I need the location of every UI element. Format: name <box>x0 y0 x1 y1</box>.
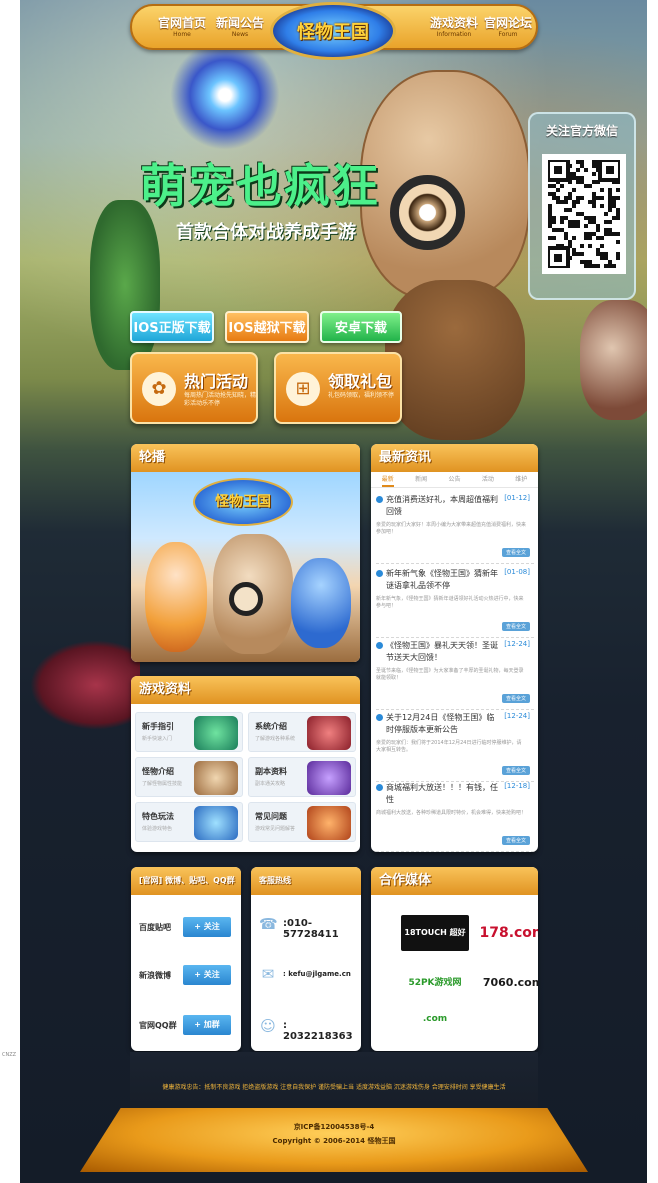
qq-icon: ☺ <box>260 1017 276 1035</box>
wechat-follow-panel: 关注官方微信 <box>528 112 636 300</box>
android-download-button[interactable]: 安卓下载 <box>320 311 402 343</box>
tab-maintenance[interactable]: 维护 <box>515 472 527 487</box>
green-creature-icon <box>194 716 238 750</box>
game-info-features[interactable]: 特色玩法 体验游戏特色 <box>135 802 243 842</box>
game-logo[interactable]: 怪物王国 <box>270 2 396 60</box>
purple-creature-icon <box>307 761 351 795</box>
social-title: [官网] 微博、贴吧、QQ群 <box>131 867 241 895</box>
nav-home[interactable]: 官网首页 Home <box>152 14 212 38</box>
hot-activity-button[interactable]: ✿ 热门活动 每周热门活动抢先知晓，精彩活动乐不停 <box>130 352 258 424</box>
tab-news[interactable]: 新闻 <box>415 472 427 487</box>
news-item[interactable]: 关于12月24日《怪物王国》临时停服版本更新公告 [12-24] 亲爱的玩家们：… <box>376 712 534 782</box>
stats-badge[interactable]: CNZZ <box>0 1052 19 1058</box>
slogan-title: 萌宠也疯狂 <box>140 159 380 213</box>
carousel-banner[interactable]: 怪物王国 <box>131 472 360 662</box>
service-email: ✉ : kefu@jlgame.cn <box>259 963 359 987</box>
service-qq: ☺ : 2032218363 <box>260 1017 353 1042</box>
social-panel: [官网] 微博、贴吧、QQ群 百度贴吧 + 关注 新浪微博 + 关注 官网QQ群… <box>131 867 241 1051</box>
bat-creature-illustration <box>30 640 140 730</box>
tab-activity[interactable]: 活动 <box>482 472 494 487</box>
mascot-body-illustration <box>385 280 525 440</box>
partner-logo-52pk[interactable]: 52PK游戏网 .com <box>401 965 469 1024</box>
customer-service-panel: 客服热线 ☎ :010-57728411 ✉ : kefu@jlgame.cn … <box>251 867 361 1051</box>
wechat-title: 关注官方微信 <box>545 124 618 138</box>
follow-weibo-button[interactable]: + 关注 <box>183 965 231 985</box>
news-item[interactable]: 《怪物王国》暴礼天天领！圣诞节送天大回馈！ [12-24] 圣诞节来临，《怪物王… <box>376 640 534 710</box>
qr-code-icon <box>546 158 622 270</box>
ios-official-download-button[interactable]: IOS正版下载 <box>130 311 214 343</box>
join-qq-group-button[interactable]: + 加群 <box>183 1015 231 1035</box>
ios-jailbreak-download-button[interactable]: IOS越狱下载 <box>225 311 309 343</box>
game-info-system[interactable]: 系统介绍 了解游戏各种系统 <box>248 712 356 752</box>
social-row-weibo: 新浪微博 + 关注 <box>139 965 235 985</box>
news-tabs: 最新 新闻 公告 活动 维护 <box>371 472 538 488</box>
orange-creature-icon <box>307 806 351 840</box>
footer-copyright: Copyright © 2006-2014 怪物王国 <box>272 1137 396 1145</box>
game-info-faq[interactable]: 常见问题 游戏常见问题解答 <box>248 802 356 842</box>
footer-base: 京ICP备12004538号-4 Copyright © 2006-2014 怪… <box>80 1108 588 1172</box>
carousel-title: 轮播 <box>131 444 360 472</box>
mail-icon: ✉ <box>261 965 275 983</box>
news-item[interactable]: 商城福利大放送！！！有钱，任性 [12-18] 商城福利大放送，各种珍稀道具限时… <box>376 782 534 852</box>
nav-news[interactable]: 新闻公告 News <box>210 14 270 38</box>
nav-forum[interactable]: 官网论坛 Forum <box>478 14 538 38</box>
footer-health-notice: 健康游戏忠告：抵制不良游戏 拒绝盗版游戏 注意自我保护 谨防受骗上当 适度游戏益… <box>162 1084 506 1091</box>
social-row-tieba: 百度贴吧 + 关注 <box>139 917 235 937</box>
dragon-illustration <box>170 40 280 150</box>
footer-icp[interactable]: 京ICP备12004538号-4 <box>80 1122 588 1132</box>
blue-character <box>291 558 351 648</box>
social-row-qq: 官网QQ群 + 加群 <box>139 1015 235 1035</box>
nav-information[interactable]: 游戏资料 Information <box>424 14 484 38</box>
carousel-panel: 轮播 怪物王国 <box>131 444 360 662</box>
gift-pack-button[interactable]: ⊞ 领取礼包 礼包码领取，福利领不停 <box>274 352 402 424</box>
game-info-monsters[interactable]: 怪物介绍 了解怪物属性技能 <box>135 757 243 797</box>
hero-slogan: 萌宠也疯狂 首款合体对战养成手游 <box>140 150 380 244</box>
banner-logo: 怪物王国 <box>193 478 293 526</box>
news-item[interactable]: 新年新气象《怪物王国》猜新年谜语拿礼品领不停 [01-08] 新年新气象，《怪物… <box>376 568 534 638</box>
slogan-subtitle: 首款合体对战养成手游 <box>176 222 356 243</box>
tab-notice[interactable]: 公告 <box>448 472 460 487</box>
service-phone: ☎ :010-57728411 <box>259 915 339 940</box>
partner-media-panel: 合作媒体 18TOUCH 超好玩 178.com 52PK游戏网 .com 70… <box>371 867 538 1051</box>
game-info-title: 游戏资料 <box>131 676 360 704</box>
red-creature-icon <box>307 716 351 750</box>
magnifier-illustration <box>390 175 465 250</box>
fairy-character <box>145 542 207 652</box>
latest-news-panel: 最新资讯 最新 新闻 公告 活动 维护 充值消费送好礼，本周超值福利回馈 [01… <box>371 444 538 852</box>
tab-latest[interactable]: 最新 <box>381 472 394 487</box>
follow-tieba-button[interactable]: + 关注 <box>183 917 231 937</box>
game-info-dungeon[interactable]: 副本资料 副本通关攻略 <box>248 757 356 797</box>
media-title: 合作媒体 <box>371 867 538 895</box>
partner-logo-178[interactable]: 178.com <box>479 915 538 951</box>
news-title: 最新资讯 <box>371 444 538 472</box>
magnifier-icon <box>229 582 263 616</box>
game-info-beginner[interactable]: 新手指引 新手快速入门 <box>135 712 243 752</box>
news-item[interactable]: 充值消费送好礼，本周超值福利回馈 [01-12] 亲爱的玩家们大家好！本周小编为… <box>376 494 534 564</box>
gift-icon: ⊞ <box>286 372 320 406</box>
partner-logo-18touch[interactable]: 18TOUCH 超好玩 <box>401 915 469 973</box>
page-background: 官网首页 Home 新闻公告 News 游戏资料 Information 官网论… <box>20 0 647 1183</box>
monster-illustration <box>580 300 647 420</box>
partner-logo-7060[interactable]: 7060.com <box>479 965 538 1001</box>
blue-creature-icon <box>194 806 238 840</box>
service-title: 客服热线 <box>251 867 361 895</box>
wechat-qr-code <box>542 154 626 274</box>
game-info-panel: 游戏资料 新手指引 新手快速入门 系统介绍 了解游戏各种系统 怪物介绍 了解怪物… <box>131 676 360 852</box>
rock-creature-icon <box>194 761 238 795</box>
phone-icon: ☎ <box>259 915 278 933</box>
paw-icon: ✿ <box>142 372 176 406</box>
